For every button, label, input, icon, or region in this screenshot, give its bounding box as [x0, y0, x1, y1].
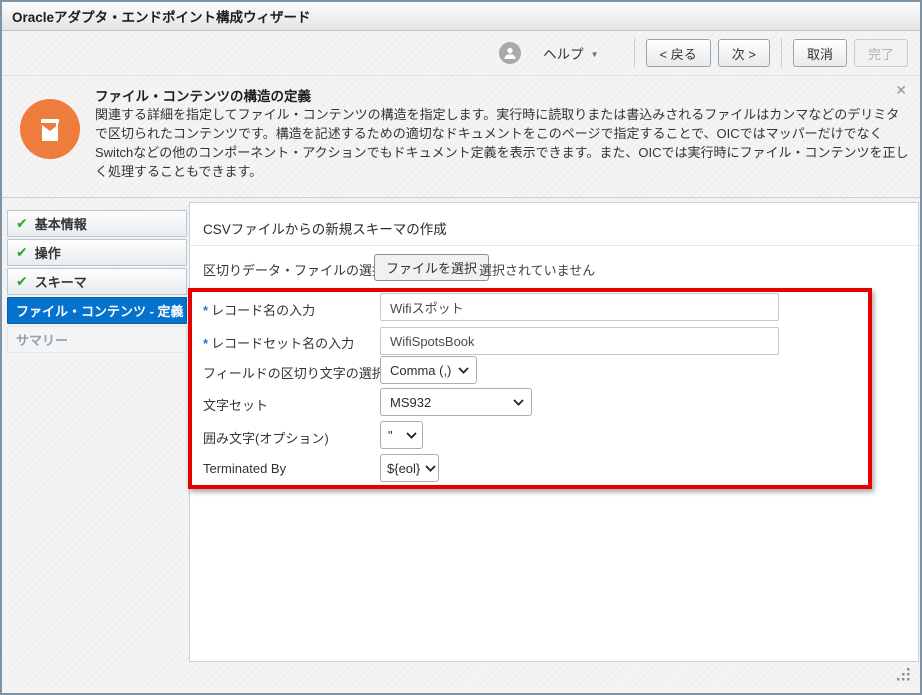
field-label-text: レコードセット名の入力 — [211, 336, 354, 351]
next-button[interactable]: 次 > — [718, 39, 770, 67]
field-delimiter-label: フィールドの区切り文字の選択 — [203, 363, 385, 382]
sidebar-item-schema[interactable]: ✔ スキーマ — [7, 268, 187, 295]
chevron-down-icon — [513, 399, 524, 406]
file-contents-icon — [20, 99, 80, 159]
file-select-label: 区切りデータ・ファイルの選択 — [203, 260, 385, 279]
selected-value: " — [388, 428, 393, 443]
field-delimiter-select[interactable]: Comma (,) — [380, 356, 477, 384]
required-marker: * — [203, 303, 208, 318]
sidebar-item-basic-info[interactable]: ✔ 基本情報 — [7, 210, 187, 237]
terminated-by-label: Terminated By — [203, 461, 286, 476]
check-icon: ✔ — [16, 244, 28, 261]
user-avatar-icon[interactable] — [499, 42, 521, 64]
enclosure-char-select[interactable]: " — [380, 421, 423, 449]
window-titlebar: Oracleアダプタ・エンドポイント構成ウィザード — [2, 2, 920, 31]
record-name-input[interactable] — [380, 293, 779, 321]
document-badge-icon — [34, 113, 66, 145]
step-label: スキーマ — [35, 272, 87, 291]
chevron-down-icon — [406, 432, 417, 439]
done-button: 完了 — [854, 39, 908, 67]
terminated-by-select[interactable]: ${eol} — [380, 454, 439, 482]
chevron-down-icon: ▼ — [591, 48, 599, 59]
step-title: ファイル・コンテンツの構造の定義 — [95, 85, 311, 105]
step-label: ファイル・コンテンツ - 定義 — [16, 301, 184, 320]
selected-value: ${eol} — [387, 461, 420, 476]
sidebar-item-operation[interactable]: ✔ 操作 — [7, 239, 187, 266]
chevron-down-icon — [458, 367, 469, 374]
selected-value: MS932 — [390, 395, 431, 410]
character-set-label: 文字セット — [203, 395, 268, 414]
wizard-window: Oracleアダプタ・エンドポイント構成ウィザード ヘルプ ▼ < 戻る 次 >… — [0, 0, 922, 695]
selected-value: Comma (,) — [390, 363, 451, 378]
enclosure-char-label: 囲み文字(オプション) — [203, 428, 329, 447]
check-icon: ✔ — [16, 273, 28, 290]
content-title: CSVファイルからの新規スキーマの作成 — [203, 218, 447, 238]
check-icon: ✔ — [16, 215, 28, 232]
step-description: 関連する詳細を指定してファイル・コンテンツの構造を指定します。実行時に読取りまた… — [95, 105, 909, 181]
wizard-toolbar: ヘルプ ▼ < 戻る 次 > 取消 完了 — [2, 31, 920, 76]
window-title: Oracleアダプタ・エンドポイント構成ウィザード — [12, 6, 311, 26]
choose-file-button[interactable]: ファイルを選択 — [374, 254, 489, 281]
back-button[interactable]: < 戻る — [646, 39, 711, 67]
recordset-name-label: *レコードセット名の入力 — [203, 333, 354, 352]
person-icon — [503, 46, 517, 60]
close-icon[interactable]: ✕ — [895, 82, 907, 99]
character-set-select[interactable]: MS932 — [380, 388, 532, 416]
recordset-name-input[interactable] — [380, 327, 779, 355]
step-header: ファイル・コンテンツの構造の定義 関連する詳細を指定してファイル・コンテンツの構… — [2, 76, 920, 198]
toolbar-divider — [781, 38, 782, 68]
chevron-down-icon — [425, 465, 436, 472]
resize-grip-icon[interactable] — [894, 665, 912, 683]
toolbar-divider — [634, 38, 635, 68]
help-label: ヘルプ — [543, 43, 584, 63]
sidebar-item-summary: サマリー — [7, 326, 187, 353]
step-label: サマリー — [16, 330, 68, 349]
sidebar-item-file-contents-definition[interactable]: ファイル・コンテンツ - 定義 — [7, 297, 187, 324]
help-menu[interactable]: ヘルプ ▼ — [543, 43, 598, 63]
record-name-label: *レコード名の入力 — [203, 300, 315, 319]
content-divider — [190, 245, 918, 246]
required-marker: * — [203, 336, 208, 351]
cancel-button[interactable]: 取消 — [793, 39, 847, 67]
file-select-status: 選択されていません — [479, 260, 595, 279]
step-label: 基本情報 — [35, 214, 87, 233]
step-label: 操作 — [35, 243, 61, 262]
field-label-text: レコード名の入力 — [211, 303, 315, 318]
